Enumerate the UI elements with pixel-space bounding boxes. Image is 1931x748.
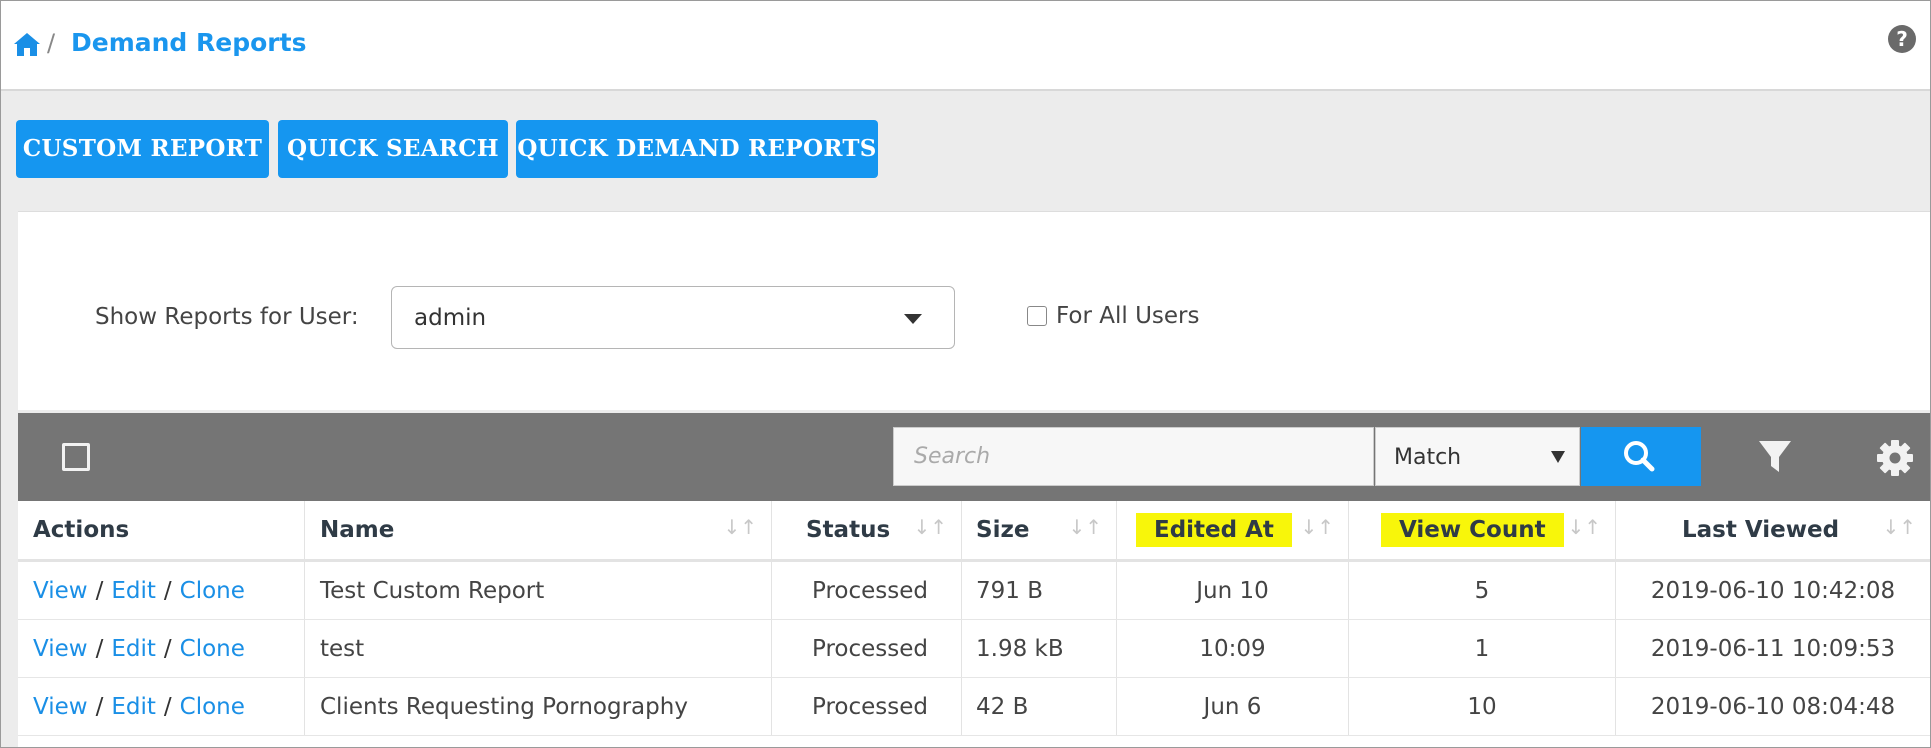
question-circle-icon[interactable]: ? [1888, 25, 1916, 53]
clone-link[interactable]: Clone [180, 578, 245, 604]
chevron-down-icon [904, 314, 922, 324]
sort-icon[interactable]: ↓↑ [1882, 515, 1916, 539]
table-row: View / Edit / Clone Test Custom Report Proce… [18, 562, 1930, 620]
row-actions: View / Edit / Clone [18, 620, 305, 677]
sort-icon[interactable]: ↓↑ [1300, 515, 1334, 539]
row-status: Processed [772, 562, 962, 619]
sort-icon[interactable]: ↓↑ [913, 515, 947, 539]
select-all-checkbox[interactable] [62, 443, 90, 471]
col-status[interactable]: Status ↓↑ [772, 501, 962, 559]
col-last-viewed[interactable]: Last Viewed ↓↑ [1616, 501, 1930, 559]
breadcrumb-separator: / [47, 29, 56, 57]
table-row: View / Edit / Clone test Processed 1.98 kB 1… [18, 620, 1930, 678]
search-input[interactable] [893, 427, 1374, 486]
row-status: Processed [772, 620, 962, 677]
col-name[interactable]: Name ↓↑ [305, 501, 772, 559]
row-view-count: 10 [1349, 678, 1616, 735]
row-view-count: 1 [1349, 620, 1616, 677]
match-select-value: Match [1394, 445, 1462, 470]
caret-down-icon [1551, 451, 1565, 463]
view-link[interactable]: View [33, 578, 88, 604]
sort-icon[interactable]: ↓↑ [1567, 515, 1601, 539]
row-edited-at: Jun 10 [1117, 562, 1349, 619]
row-size: 791 B [962, 562, 1117, 619]
top-bar: / Demand Reports ? [1, 1, 1930, 91]
col-actions: Actions [18, 501, 305, 559]
table-toolbar: Match [18, 413, 1930, 501]
view-link[interactable]: View [33, 636, 88, 662]
col-view-count[interactable]: View Count ↓↑ [1349, 501, 1616, 559]
row-actions: View / Edit / Clone [18, 562, 305, 619]
search-icon [1624, 441, 1655, 472]
match-select[interactable]: Match [1375, 427, 1580, 486]
view-link[interactable]: View [33, 694, 88, 720]
filter-panel: Show Reports for User: admin For All Use… [18, 211, 1930, 410]
row-name: Clients Requesting Pornography [305, 678, 772, 735]
user-select[interactable]: admin [391, 286, 955, 349]
row-edited-at: Jun 6 [1117, 678, 1349, 735]
row-name: Test Custom Report [305, 562, 772, 619]
tab-custom-report[interactable]: CUSTOM REPORT [16, 120, 269, 178]
filter-icon[interactable] [1758, 439, 1792, 475]
tab-quick-search[interactable]: QUICK SEARCH [278, 120, 508, 178]
row-size: 42 B [962, 678, 1117, 735]
table-row: View / Edit / Clone Clients Requesting Porno… [18, 678, 1930, 736]
report-name-link[interactable]: Test Custom Report [320, 578, 544, 604]
edit-link[interactable]: Edit [111, 636, 156, 662]
app-window: / Demand Reports ? CUSTOM REPORT QUICK S… [0, 0, 1931, 748]
sort-icon[interactable]: ↓↑ [723, 515, 757, 539]
row-view-count: 5 [1349, 562, 1616, 619]
edit-link[interactable]: Edit [111, 694, 156, 720]
user-select-value: admin [414, 305, 487, 331]
home-icon[interactable] [13, 31, 41, 57]
row-edited-at: 10:09 [1117, 620, 1349, 677]
sort-icon[interactable]: ↓↑ [1068, 515, 1102, 539]
edit-link[interactable]: Edit [111, 578, 156, 604]
report-name-link[interactable]: Clients Requesting Pornography [320, 694, 688, 720]
all-users-label: For All Users [1056, 303, 1200, 329]
report-name-link[interactable]: test [320, 636, 364, 662]
row-status: Processed [772, 678, 962, 735]
tab-quick-demand-reports[interactable]: QUICK DEMAND REPORTS [516, 120, 878, 178]
table-header-row: Actions Name ↓↑ Status ↓↑ Size ↓↑ Edited… [18, 501, 1930, 562]
gear-icon[interactable] [1876, 439, 1914, 477]
search-button[interactable] [1581, 427, 1701, 486]
row-size: 1.98 kB [962, 620, 1117, 677]
col-edited-at[interactable]: Edited At ↓↑ [1117, 501, 1349, 559]
user-filter-label: Show Reports for User: [95, 304, 359, 330]
clone-link[interactable]: Clone [180, 636, 245, 662]
row-last-viewed: 2019-06-11 10:09:53 [1650, 635, 1896, 662]
row-last-viewed: 2019-06-10 10:42:08 [1650, 577, 1896, 604]
col-size[interactable]: Size ↓↑ [962, 501, 1117, 559]
page-title[interactable]: Demand Reports [71, 28, 306, 57]
row-name: test [305, 620, 772, 677]
clone-link[interactable]: Clone [180, 694, 245, 720]
all-users-checkbox[interactable] [1027, 306, 1047, 326]
row-last-viewed: 2019-06-10 08:04:48 [1650, 693, 1896, 720]
reports-table: Actions Name ↓↑ Status ↓↑ Size ↓↑ Edited… [18, 501, 1930, 747]
row-actions: View / Edit / Clone [18, 678, 305, 735]
